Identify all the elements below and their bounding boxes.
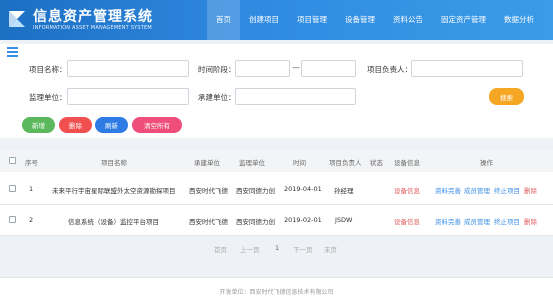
nav-project-management[interactable]: 项目管理 [288,0,336,40]
header-device-info: 设备信息 [394,159,420,167]
nav-fixed-assets[interactable]: 固定资产管理 [432,0,495,40]
supervisor-label: 监理单位： [29,93,67,102]
add-button[interactable]: 新增 [22,117,55,133]
row-contractor: 西安时代飞德 [189,218,228,226]
project-table: 序号 项目名称 承建单位 监理单位 时间 项目负责人 状态 设备信息 操作 1 … [0,150,553,236]
menu-icon[interactable] [7,47,18,57]
header-supervisor: 监理单位 [239,159,265,167]
search-panel: 项目名称： 时间阶段： — 项目负责人： 监理单位： 承建单位： 搜索 新增 删… [0,44,553,138]
table-row: 2 信息系统（设备）监控平台项目 西安时代飞德 西安同德力创 2019-02-0… [0,205,553,236]
date-range-dash: — [292,63,300,72]
app-title: 信息资产管理系统 [33,9,153,25]
header-index: 序号 [25,159,38,167]
header-contractor: 承建单位 [194,159,220,167]
row-supervisor: 西安同德力创 [236,187,275,195]
page-current[interactable]: 1 [275,244,279,252]
row-owner: JSDW [335,216,353,224]
row-contractor: 西安时代飞德 [189,187,228,195]
member-management-link[interactable]: 成员管理 [464,185,490,195]
delete-row-link[interactable]: 删除 [524,185,537,195]
end-date-input[interactable] [301,60,356,77]
refresh-button[interactable]: 刷新 [95,117,128,133]
page-first[interactable]: 首页 [214,244,227,254]
delete-row-link[interactable]: 删除 [524,216,537,226]
logo-icon [9,11,25,27]
nav-create-project[interactable]: 创建项目 [240,0,288,40]
pagination: 首页 上一页 1 下一页 末页 [0,244,553,256]
nav-home[interactable]: 首页 [207,0,240,40]
page-next[interactable]: 下一页 [293,244,313,254]
table-header: 序号 项目名称 承建单位 监理单位 时间 项目负责人 状态 设备信息 操作 [0,150,553,172]
device-info-link[interactable]: 设备信息 [394,185,420,195]
start-date-input[interactable] [235,60,290,77]
row-index: 2 [29,216,34,224]
row-owner: 孙经理 [334,187,354,195]
contractor-input[interactable] [235,88,356,105]
page-last[interactable]: 末页 [324,244,337,254]
project-name-input[interactable] [67,60,189,77]
row-date: 2019-04-01 [284,185,322,193]
device-info-link[interactable]: 设备信息 [394,216,420,226]
table-row: 1 未来平行宇宙星际联盟外太空资源勘探项目 西安时代飞德 西安同德力创 2019… [0,174,553,205]
member-management-link[interactable]: 成员管理 [464,216,490,226]
header-operations: 操作 [480,159,493,167]
terminate-project-link[interactable]: 终止项目 [494,216,520,226]
project-owner-input[interactable] [411,60,523,77]
nav-announcements[interactable]: 资料公告 [384,0,432,40]
project-owner-label: 项目负责人： [367,65,412,74]
row-index: 1 [29,185,34,193]
row-project-name: 信息系统（设备）监控平台项目 [68,218,159,226]
nav-device-management[interactable]: 设备管理 [336,0,384,40]
search-button[interactable]: 搜索 [489,88,524,105]
delete-button[interactable]: 删除 [59,117,92,133]
contractor-label: 承建单位： [198,93,236,102]
row-date: 2019-02-01 [284,216,322,224]
row-checkbox[interactable] [9,185,16,192]
row-checkbox[interactable] [9,216,16,223]
footer: 开发单位：西安时代飞德信息技术有限公司 [0,277,553,303]
select-all-checkbox[interactable] [9,157,16,164]
supervisor-input[interactable] [67,88,189,105]
time-stage-label: 时间阶段： [198,65,236,74]
top-header: 信息资产管理系统 INFORMATION ASSET MANAGEMENT SY… [0,0,553,40]
page-prev[interactable]: 上一页 [240,244,260,254]
row-project-name: 未来平行宇宙星际联盟外太空资源勘探项目 [52,187,176,195]
main-nav: 首页 创建项目 项目管理 设备管理 资料公告 固定资产管理 数据分析 [207,0,543,40]
clear-all-button[interactable]: 清空所有 [132,117,182,133]
terminate-project-link[interactable]: 终止项目 [494,185,520,195]
header-date: 时间 [293,159,306,167]
complete-info-link[interactable]: 资料完善 [435,185,461,195]
footer-text: 开发单位：西安时代飞德信息技术有限公司 [219,289,334,296]
row-supervisor: 西安同德力创 [236,218,275,226]
header-project-name: 项目名称 [101,159,127,167]
header-owner: 项目负责人 [329,159,362,167]
header-status: 状态 [370,159,383,167]
project-name-label: 项目名称： [29,65,67,74]
complete-info-link[interactable]: 资料完善 [435,216,461,226]
nav-data-analysis[interactable]: 数据分析 [495,0,543,40]
app-subtitle: INFORMATION ASSET MANAGEMENT SYSTEM [33,25,152,31]
